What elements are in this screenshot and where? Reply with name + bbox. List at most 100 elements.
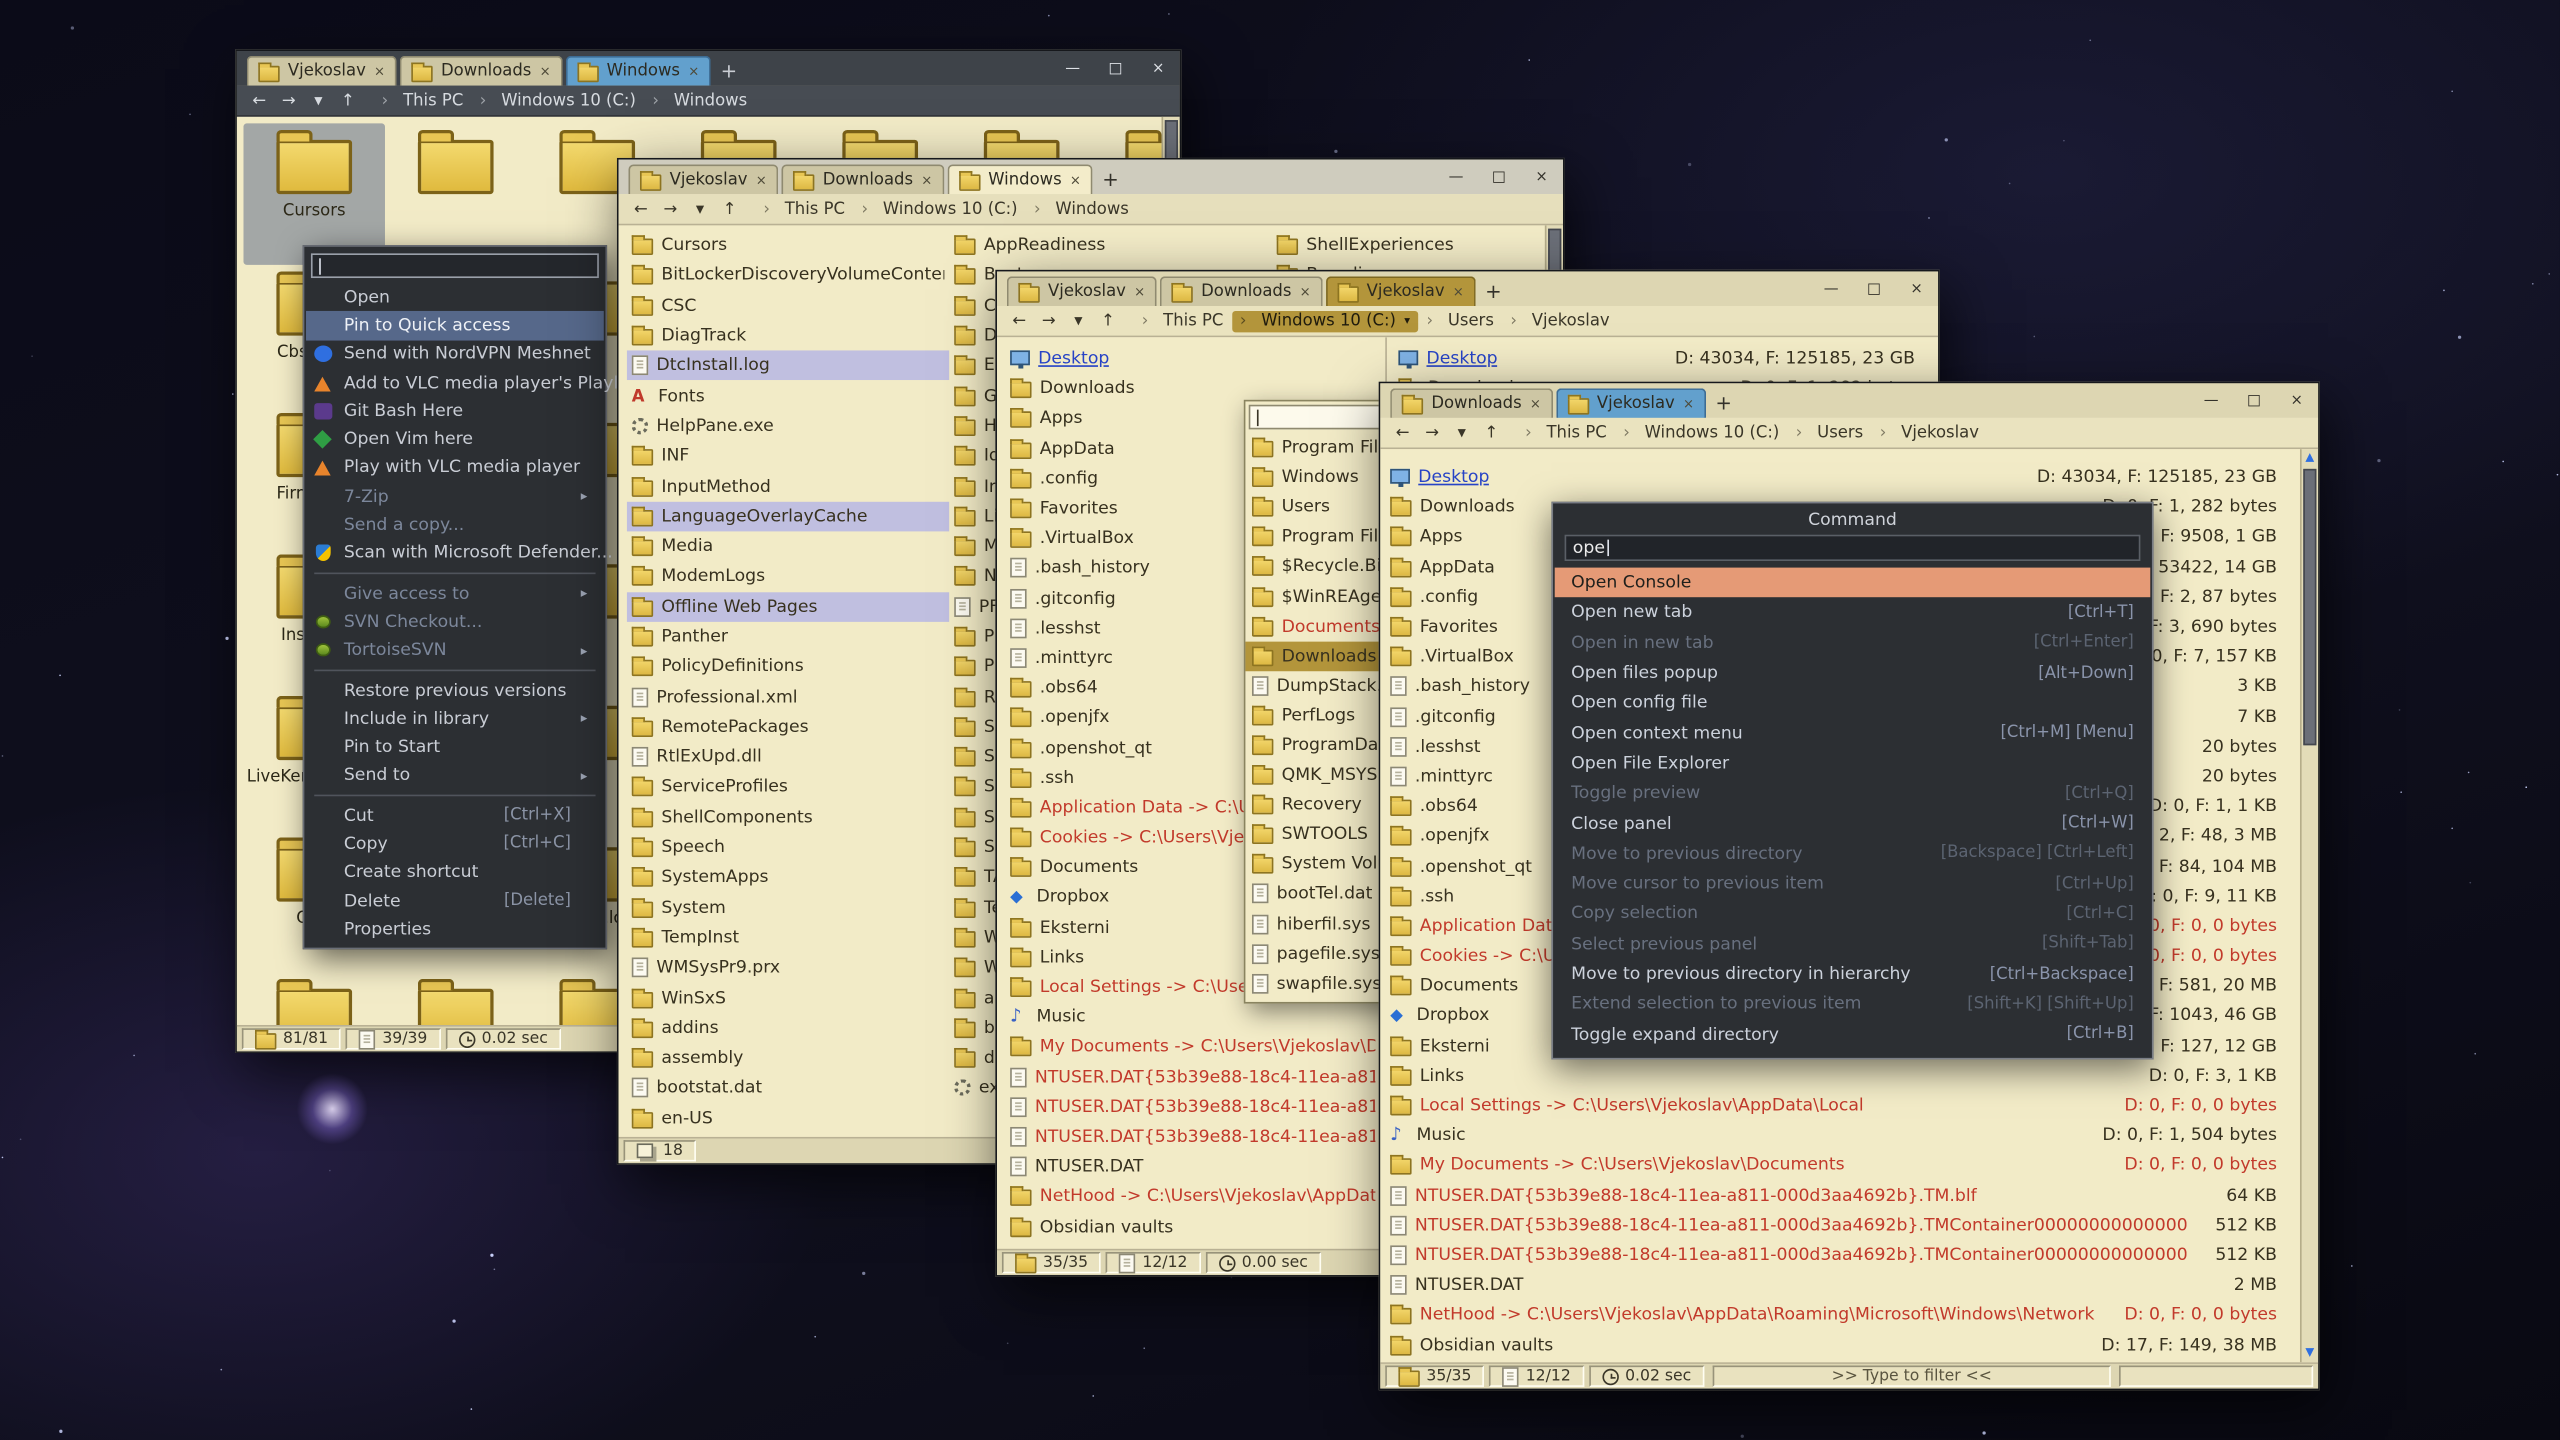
- file-row[interactable]: TempInst: [627, 923, 949, 953]
- command-palette-item[interactable]: Open files popup [Alt+Down]: [1555, 658, 2151, 688]
- forward-button[interactable]: →: [656, 200, 684, 218]
- file-row[interactable]: System: [627, 893, 949, 923]
- file-row[interactable]: NTUSER.DAT{53b39e88-18c4-11ea-a811-000d3…: [1380, 1240, 2300, 1270]
- command-palette-item[interactable]: Move cursor to previous item [Ctrl+Up]: [1555, 869, 2151, 899]
- context-menu-item[interactable]: Send to ▸: [306, 761, 604, 789]
- close-button[interactable]: ×: [2275, 383, 2318, 418]
- file-row[interactable]: Media: [627, 531, 949, 561]
- file-row[interactable]: PolicyDefinitions: [627, 652, 949, 682]
- file-row[interactable]: Obsidian vaults: [1000, 1212, 1382, 1242]
- file-row[interactable]: NTUSER.DAT{53b39e88-18c4-11ea-a811-000d3…: [1000, 1062, 1382, 1092]
- forward-button[interactable]: →: [1418, 424, 1446, 442]
- command-palette-item[interactable]: Toggle expand directory [Ctrl+B]: [1555, 1019, 2151, 1049]
- file-row[interactable]: InputMethod: [627, 471, 949, 501]
- file-row[interactable]: NetHood -> C:\Users\Vjekoslav\AppData\Ro…: [1380, 1300, 2300, 1330]
- file-row[interactable]: addins: [627, 1013, 949, 1043]
- maximize-button[interactable]: □: [1852, 271, 1895, 306]
- tab-close-icon[interactable]: ×: [1530, 396, 1541, 411]
- file-row[interactable]: LanguageOverlayCache: [627, 501, 949, 531]
- up-button[interactable]: ↑: [1477, 424, 1505, 442]
- scroll-up-icon[interactable]: ▲: [2302, 449, 2318, 467]
- scrollbar-thumb[interactable]: [2303, 469, 2316, 745]
- tab[interactable]: Vjekoslav ×: [1556, 388, 1706, 418]
- context-menu-item[interactable]: Send a copy...: [306, 511, 604, 539]
- breadcrumb-segment[interactable]: Windows 10 (C:): [1232, 310, 1419, 331]
- context-menu-item[interactable]: Pin to Start: [306, 733, 604, 761]
- new-tab-button[interactable]: +: [1096, 165, 1126, 195]
- file-row[interactable]: ShellComponents: [627, 802, 949, 832]
- file-manager-window-4[interactable]: Downloads × Vjekoslav × + — □ × ←: [1379, 382, 2320, 1391]
- file-row[interactable]: Music D: 0, F: 1, 504 bytes: [1380, 1121, 2300, 1151]
- context-menu-filter-input[interactable]: [311, 253, 599, 278]
- tab[interactable]: Downloads ×: [782, 165, 944, 195]
- file-row[interactable]: BitLockerDiscoveryVolumeContents: [627, 260, 949, 290]
- maximize-button[interactable]: □: [2233, 383, 2276, 418]
- breadcrumb-segment[interactable]: This PC: [1517, 422, 1615, 443]
- breadcrumb-segment[interactable]: Users: [1418, 310, 1502, 331]
- context-menu-item[interactable]: TortoiseSVN ▸: [306, 636, 604, 664]
- breadcrumb-segment[interactable]: Users: [1788, 422, 1872, 443]
- file-row[interactable]: Links D: 0, F: 3, 1 KB: [1380, 1061, 2300, 1091]
- command-palette-item[interactable]: Extend selection to previous item [Shift…: [1555, 989, 2151, 1019]
- command-palette-item[interactable]: Move to previous directory [Backspace] […: [1555, 839, 2151, 869]
- history-dropdown-button[interactable]: ▾: [304, 91, 332, 109]
- tab-close-icon[interactable]: ×: [1134, 285, 1145, 300]
- file-tile[interactable]: Prefetch: [385, 972, 526, 1025]
- back-button[interactable]: ←: [1005, 312, 1033, 330]
- file-row[interactable]: Professional.xml: [627, 682, 949, 712]
- history-dropdown-button[interactable]: ▾: [1064, 312, 1092, 330]
- file-row[interactable]: HelpPane.exe: [627, 411, 949, 441]
- context-menu-item[interactable]: Send with NordVPN Meshnet: [306, 340, 604, 368]
- type-to-filter-field[interactable]: >> Type to filter <<: [1713, 1366, 2111, 1387]
- file-row[interactable]: NTUSER.DAT{53b39e88-18c4-11ea-a811-000d3…: [1000, 1092, 1382, 1122]
- tab[interactable]: Windows ×: [947, 165, 1092, 195]
- context-menu-item[interactable]: Cut [Ctrl+X]: [306, 801, 604, 829]
- close-button[interactable]: ×: [1520, 160, 1563, 195]
- tab[interactable]: Vjekoslav ×: [1007, 276, 1157, 306]
- command-palette-item[interactable]: Open context menu [Ctrl+M] [Menu]: [1555, 718, 2151, 748]
- breadcrumb-segment[interactable]: Vjekoslav: [1502, 310, 1618, 331]
- context-menu-item[interactable]: 7-Zip ▸: [306, 482, 604, 510]
- file-tile[interactable]: PolicyDefinitions: [243, 972, 384, 1025]
- context-menu-item[interactable]: Open Vim here: [306, 425, 604, 453]
- file-row[interactable]: Cursors: [627, 230, 949, 260]
- file-row[interactable]: My Documents -> C:\Users\Vjekoslav\Docum…: [1000, 1032, 1382, 1062]
- file-tile[interactable]: [385, 123, 526, 264]
- file-row[interactable]: assembly: [627, 1043, 949, 1073]
- context-menu-item[interactable]: Restore previous versions: [306, 676, 604, 704]
- breadcrumb-segment[interactable]: This PC: [373, 90, 471, 111]
- context-menu-item[interactable]: Scan with Microsoft Defender...: [306, 539, 604, 567]
- back-button[interactable]: ←: [627, 200, 655, 218]
- file-row[interactable]: NetHood -> C:\Users\Vjekoslav\AppData\Ro…: [1000, 1182, 1382, 1212]
- context-menu-item[interactable]: Properties: [306, 915, 604, 943]
- file-row[interactable]: ModemLogs: [627, 561, 949, 591]
- scroll-down-icon[interactable]: ▼: [2302, 1344, 2318, 1362]
- context-menu-item[interactable]: Include in library ▸: [306, 704, 604, 732]
- breadcrumb-segment[interactable]: Windows 10 (C:): [472, 90, 645, 111]
- command-palette-item[interactable]: Open Console: [1555, 568, 2151, 598]
- tab[interactable]: Downloads ×: [1390, 388, 1552, 418]
- file-row[interactable]: DiagTrack: [627, 321, 949, 351]
- vertical-scrollbar[interactable]: ▲ ▼: [2300, 449, 2318, 1362]
- file-row[interactable]: bootstat.dat: [627, 1073, 949, 1103]
- forward-button[interactable]: →: [275, 91, 303, 109]
- tab-close-icon[interactable]: ×: [688, 64, 699, 79]
- file-row[interactable]: RemotePackages: [627, 712, 949, 742]
- new-tab-button[interactable]: +: [1479, 276, 1509, 306]
- file-row[interactable]: Offline Web Pages: [627, 592, 949, 622]
- command-palette-item[interactable]: Open config file: [1555, 688, 2151, 718]
- file-row[interactable]: NTUSER.DAT 2 MB: [1380, 1270, 2300, 1300]
- file-row[interactable]: en-US: [627, 1103, 949, 1133]
- file-row[interactable]: DtcInstall.log: [627, 351, 949, 381]
- context-menu-item[interactable]: Create shortcut: [306, 858, 604, 886]
- tab-close-icon[interactable]: ×: [1300, 285, 1311, 300]
- back-button[interactable]: ←: [245, 91, 273, 109]
- tab-close-icon[interactable]: ×: [1070, 173, 1081, 188]
- command-palette-item[interactable]: Move to previous directory in hierarchy …: [1555, 959, 2151, 989]
- file-row[interactable]: Panther: [627, 622, 949, 652]
- file-row[interactable]: NTUSER.DAT{53b39e88-18c4-11ea-a811-000d3…: [1380, 1210, 2300, 1240]
- tab[interactable]: Downloads ×: [400, 56, 562, 86]
- tab[interactable]: Vjekoslav ×: [1326, 276, 1476, 306]
- new-tab-button[interactable]: +: [1709, 388, 1739, 418]
- close-button[interactable]: ×: [1895, 271, 1938, 306]
